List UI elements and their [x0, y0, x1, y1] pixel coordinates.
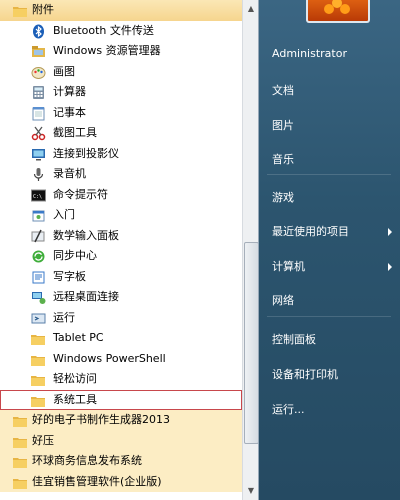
folder-ebook-maker[interactable]: 好的电子书制作生成器2013: [0, 410, 242, 431]
notepad-icon: [31, 106, 46, 121]
folder-sales-management[interactable]: 佳宜销售管理软件(企业版): [0, 471, 242, 492]
documents-link[interactable]: 文档: [272, 82, 294, 98]
pictures-link[interactable]: 图片: [272, 117, 294, 133]
program-label: 写字板: [53, 269, 86, 283]
program-notepad[interactable]: 记事本: [0, 103, 242, 124]
folder-system-tools[interactable]: 系统工具: [0, 389, 242, 410]
flower-petal: [340, 4, 350, 14]
program-label: 命令提示符: [53, 187, 108, 201]
program-snipping-tool[interactable]: 截图工具: [0, 123, 242, 144]
program-list: 附件 Bluetooth 文件传送 Windows 资源管理器 画图 计算器 记…: [0, 0, 242, 492]
folder-label: 系统工具: [53, 392, 97, 406]
program-bluetooth[interactable]: Bluetooth 文件传送: [0, 21, 242, 42]
folder-accessories[interactable]: 附件: [0, 0, 242, 21]
calculator-icon: [31, 85, 46, 100]
getting-started-icon: [31, 208, 46, 223]
folder-icon: [13, 5, 27, 17]
program-label: 计算器: [53, 85, 86, 98]
sync-center-icon: [31, 249, 46, 264]
program-connect-projector[interactable]: 连接到投影仪: [0, 144, 242, 165]
folder-icon: [31, 395, 45, 407]
program-label: 数学输入面板: [53, 228, 119, 242]
recent-items-link[interactable]: 最近使用的项目: [272, 223, 349, 239]
svg-text:C:\: C:\: [33, 194, 42, 200]
games-link[interactable]: 游戏: [272, 189, 294, 205]
flower-petal: [324, 4, 334, 14]
program-label: 远程桌面连接: [53, 290, 119, 303]
program-label: Bluetooth 文件传送: [53, 23, 154, 37]
program-label: 画图: [53, 64, 75, 78]
program-wordpad[interactable]: 写字板: [0, 267, 242, 288]
computer-arrow-icon[interactable]: [388, 263, 392, 271]
wordpad-icon: [31, 270, 46, 285]
folder-tablet-pc[interactable]: Tablet PC: [0, 328, 242, 349]
folder-label: 佳宜销售管理软件(企业版): [32, 474, 162, 488]
program-getting-started[interactable]: 入门: [0, 205, 242, 226]
divider: [267, 316, 391, 317]
recent-items-arrow-icon[interactable]: [388, 228, 392, 236]
folder-ease-of-access[interactable]: 轻松访问: [0, 369, 242, 390]
folder-label: 好压: [32, 433, 54, 447]
folder-icon: [31, 374, 45, 386]
program-label: 记事本: [53, 105, 86, 119]
folder-windows-powershell[interactable]: Windows PowerShell: [0, 349, 242, 370]
program-windows-explorer[interactable]: Windows 资源管理器: [0, 41, 242, 62]
command-prompt-icon: C:\: [31, 188, 46, 203]
program-command-prompt[interactable]: C:\ 命令提示符: [0, 185, 242, 206]
folder-label: Windows PowerShell: [53, 351, 166, 365]
explorer-icon: [31, 44, 46, 59]
snipping-tool-icon: [31, 126, 46, 141]
folder-global-business-info[interactable]: 环球商务信息发布系统: [0, 451, 242, 472]
network-link[interactable]: 网络: [272, 292, 294, 308]
program-sound-recorder[interactable]: 录音机: [0, 164, 242, 185]
program-label: 入门: [53, 208, 75, 221]
program-sync-center[interactable]: 同步中心: [0, 246, 242, 267]
folder-haozip[interactable]: 好压: [0, 430, 242, 451]
program-label: 截图工具: [53, 126, 97, 139]
folder-icon: [13, 477, 27, 489]
folder-icon: [13, 415, 27, 427]
folder-icon: [13, 456, 27, 468]
start-menu-right-pane: Administrator 文档 图片 音乐 游戏 最近使用的项目 计算机 网络…: [259, 0, 400, 500]
user-name-link[interactable]: Administrator: [272, 47, 347, 60]
computer-link[interactable]: 计算机: [272, 258, 305, 274]
program-label: 同步中心: [53, 249, 97, 262]
folder-label: 环球商务信息发布系统: [32, 454, 142, 467]
folder-label: 轻松访问: [53, 372, 97, 385]
folder-label: 好的电子书制作生成器2013: [32, 413, 170, 426]
program-run[interactable]: 运行: [0, 308, 242, 329]
bluetooth-icon: [31, 24, 46, 39]
program-label: 录音机: [53, 167, 86, 180]
microphone-icon: [31, 167, 46, 182]
run-link[interactable]: 运行...: [272, 401, 305, 417]
program-calculator[interactable]: 计算器: [0, 82, 242, 103]
all-programs-list: 附件 Bluetooth 文件传送 Windows 资源管理器 画图 计算器 记…: [0, 0, 259, 500]
program-label: 连接到投影仪: [53, 146, 119, 160]
scroll-down-arrow-icon[interactable]: ▼: [243, 484, 258, 498]
control-panel-link[interactable]: 控制面板: [272, 331, 316, 347]
program-label: Windows 资源管理器: [53, 44, 161, 57]
paint-icon: [31, 65, 46, 80]
user-avatar[interactable]: [306, 0, 370, 23]
folder-icon: [13, 436, 27, 448]
program-paint[interactable]: 画图: [0, 62, 242, 83]
scroll-up-arrow-icon[interactable]: ▲: [243, 2, 258, 16]
projector-icon: [31, 147, 46, 162]
run-icon: [31, 311, 46, 326]
scrollbar-thumb[interactable]: [244, 242, 258, 444]
divider: [267, 174, 391, 175]
devices-printers-link[interactable]: 设备和打印机: [272, 366, 338, 382]
program-math-input-panel[interactable]: 数学输入面板: [0, 226, 242, 247]
music-link[interactable]: 音乐: [272, 151, 294, 167]
remote-desktop-icon: [31, 290, 46, 305]
math-input-icon: [31, 229, 46, 244]
folder-label: Tablet PC: [53, 331, 104, 344]
program-label: 运行: [53, 310, 75, 324]
program-list-scrollbar[interactable]: ▲ ▼: [242, 0, 258, 500]
program-remote-desktop[interactable]: 远程桌面连接: [0, 287, 242, 308]
folder-accessories-label: 附件: [32, 3, 54, 16]
folder-icon: [31, 333, 45, 345]
folder-icon: [31, 354, 45, 366]
